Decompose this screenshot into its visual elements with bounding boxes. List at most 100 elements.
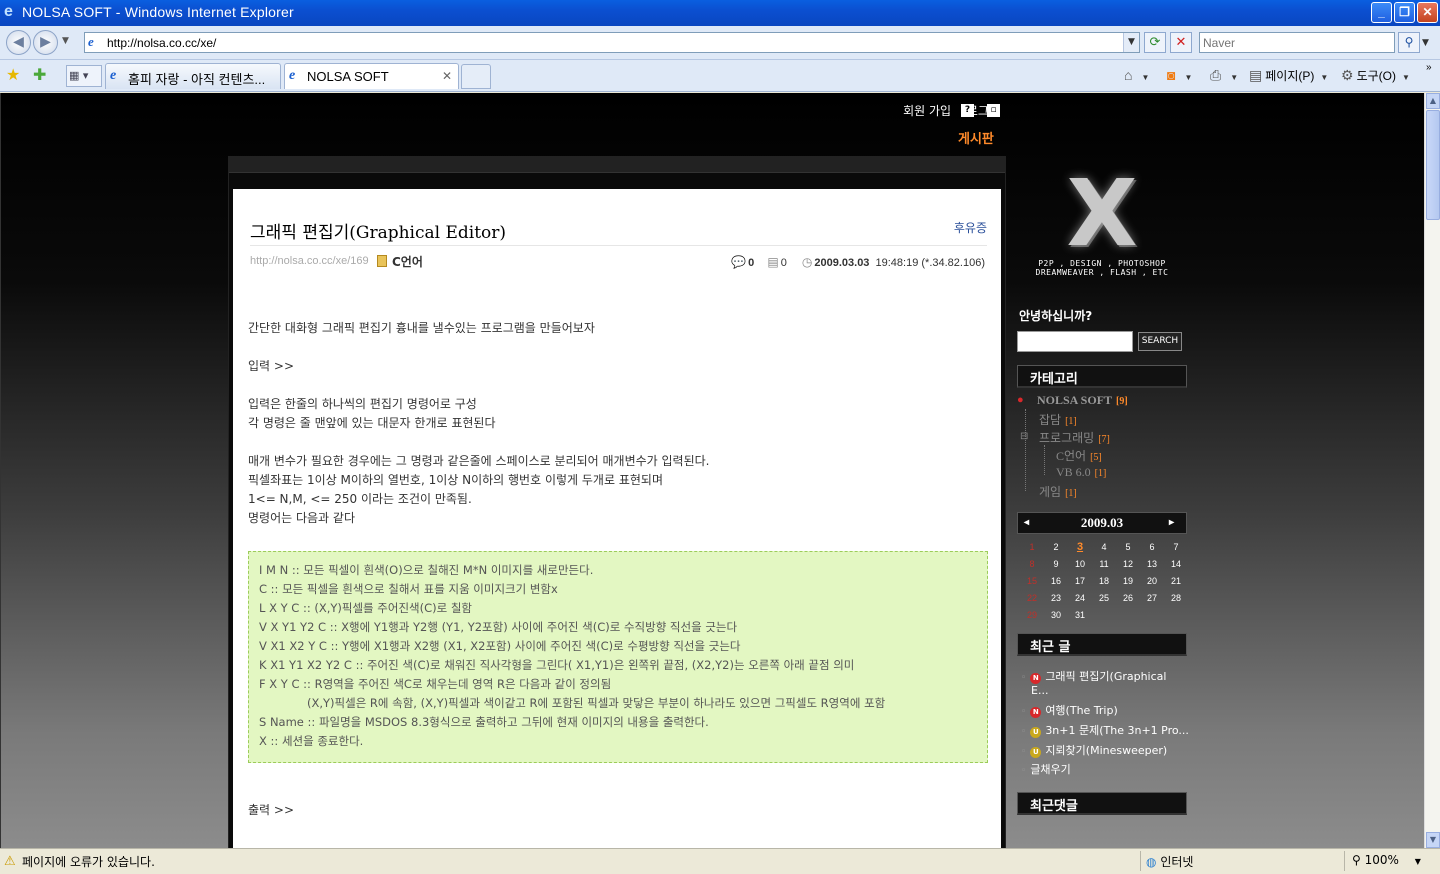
back-button[interactable]: ◀	[6, 30, 31, 55]
calendar-day-today[interactable]: 3	[1068, 541, 1092, 553]
close-window-button[interactable]: ✕	[1417, 2, 1438, 23]
calendar-day[interactable]: 12	[1116, 559, 1140, 569]
calendar-day[interactable]: 17	[1068, 576, 1092, 586]
calendar-day[interactable]: 15	[1020, 576, 1044, 586]
status-separator	[1344, 851, 1345, 871]
post-permalink[interactable]: http://nolsa.co.cc/xe/169	[250, 255, 369, 267]
feeds-button[interactable]: ◙ ▼	[1167, 67, 1192, 83]
calendar-day[interactable]: 27	[1140, 593, 1164, 603]
warning-icon[interactable]: ⚠	[4, 854, 16, 869]
print-button[interactable]: ⎙ ▼	[1210, 67, 1238, 84]
post-meta: 💬 0 ▤ 0 ◷ 2009.03.03 19:48:19 (*.34.82.106)	[731, 255, 985, 269]
post-category[interactable]: C언어	[392, 253, 423, 270]
calendar-day[interactable]: 2	[1044, 542, 1068, 552]
calendar-day[interactable]: 8	[1020, 559, 1044, 569]
recent-post-item[interactable]: ◦ N 여행(The Trip)	[1021, 702, 1118, 718]
new-tab-button[interactable]	[461, 64, 491, 89]
post-recommend-link[interactable]: 후유증	[954, 219, 987, 236]
calendar-day[interactable]: 20	[1140, 576, 1164, 586]
calendar-day[interactable]: 18	[1092, 576, 1116, 586]
tools-menu[interactable]: ⚙ 도구(O) ▼	[1341, 67, 1410, 84]
scroll-down-icon[interactable]: ▼	[1426, 832, 1440, 848]
restore-button[interactable]: ❐	[1394, 2, 1415, 23]
calendar-day[interactable]: 1	[1020, 542, 1044, 552]
calendar-day[interactable]: 22	[1020, 593, 1044, 603]
recent-post-item[interactable]: ◦ 글채우기	[1021, 761, 1071, 777]
calendar-day[interactable]: 10	[1068, 559, 1092, 569]
tab-0[interactable]: e 홈피 자랑 - 아직 컨텐츠...	[105, 63, 281, 89]
board-link[interactable]: 게시판	[958, 128, 994, 147]
calendar-day[interactable]: 31	[1068, 610, 1092, 620]
calendar-day[interactable]: 16	[1044, 576, 1068, 586]
quick-tabs-button[interactable]: ▦ ▾	[66, 65, 102, 87]
settings-icon[interactable]: ▫	[987, 104, 1000, 117]
home-button[interactable]: ⌂ ▼	[1124, 67, 1149, 83]
command-line: V X1 X2 Y C :: Y행에 X1행과 X2행 (X1, X2포함) 사…	[259, 639, 741, 653]
calendar-day[interactable]: 21	[1164, 576, 1188, 586]
calendar-day[interactable]: 6	[1140, 542, 1164, 552]
calendar-day[interactable]: 19	[1116, 576, 1140, 586]
address-url[interactable]: http://nolsa.co.cc/xe/	[107, 36, 216, 50]
calendar-day[interactable]: 24	[1068, 593, 1092, 603]
calendar-month: 2009.03	[1080, 515, 1124, 530]
scroll-thumb[interactable]	[1426, 110, 1440, 220]
site-logo[interactable]: X	[1061, 168, 1143, 260]
command-list-box: I M N :: 모든 픽셀이 흰색(O)으로 칠해진 M*N 이미지를 새로만…	[248, 551, 988, 763]
minimize-button[interactable]: _	[1371, 2, 1392, 23]
recent-post-item[interactable]: ◦ U 3n+1 문제(The 3n+1 Pro...	[1021, 722, 1189, 738]
category-item-vb[interactable]: VB 6.0 [1]	[1056, 465, 1106, 480]
category-item-nolsa-soft[interactable]: NOLSA SOFT [9]	[1037, 393, 1128, 408]
refresh-button[interactable]: ⟳	[1144, 32, 1166, 53]
calendar-next-icon[interactable]: ▸	[1169, 513, 1174, 533]
site-search-button[interactable]: SEARCH	[1138, 332, 1182, 351]
help-icon[interactable]: ?	[961, 104, 974, 117]
history-dropdown-icon[interactable]: ▼	[62, 36, 69, 46]
search-field[interactable]	[1199, 32, 1395, 53]
zoom-level[interactable]: ⚲ 100% ▼	[1352, 853, 1421, 867]
recent-post-item[interactable]: ◦ U 지뢰찾기(Minesweeper)	[1021, 742, 1167, 758]
calendar-day[interactable]: 11	[1092, 559, 1116, 569]
scroll-up-icon[interactable]: ▲	[1426, 93, 1440, 109]
calendar-day[interactable]: 29	[1020, 610, 1044, 620]
add-favorite-icon[interactable]: ✚	[33, 65, 46, 84]
calendar-day[interactable]: 14	[1164, 559, 1188, 569]
search-icon[interactable]: ⚲	[1398, 32, 1420, 53]
command-line: X :: 세션을 종료한다.	[259, 734, 364, 748]
calendar-day[interactable]: 5	[1116, 542, 1140, 552]
search-input[interactable]	[1200, 33, 1390, 52]
calendar-day[interactable]: 30	[1044, 610, 1068, 620]
post-title[interactable]: 그래픽 편집기(Graphical Editor)	[250, 218, 506, 243]
category-item-c[interactable]: C언어 [5]	[1056, 447, 1102, 464]
calendar-day[interactable]: 23	[1044, 593, 1068, 603]
site-search-input[interactable]	[1017, 331, 1133, 352]
calendar-day[interactable]: 9	[1044, 559, 1068, 569]
calendar-day[interactable]: 4	[1092, 542, 1116, 552]
favorites-star-icon[interactable]: ★	[6, 65, 20, 84]
recent-post-item[interactable]: ◦ N 그래픽 편집기(Graphical	[1021, 668, 1166, 684]
zoom-dropdown-icon[interactable]: ▼	[1415, 857, 1421, 866]
calendar-day[interactable]: 7	[1164, 542, 1188, 552]
tree-collapse-icon[interactable]: ⊟	[1020, 431, 1028, 442]
category-item-programming[interactable]: 프로그래밍 [7]	[1039, 429, 1110, 446]
category-item-chat[interactable]: 잡담 [1]	[1039, 411, 1077, 428]
stop-button[interactable]: ✕	[1170, 32, 1192, 53]
calendar-day[interactable]: 25	[1092, 593, 1116, 603]
toolbar-overflow-icon[interactable]: »	[1426, 62, 1432, 73]
calendar-day[interactable]: 28	[1164, 593, 1188, 603]
calendar-day[interactable]: 26	[1116, 593, 1140, 603]
page-menu[interactable]: ▤ 페이지(P) ▼	[1249, 67, 1328, 84]
search-options-icon[interactable]: ▼	[1422, 38, 1429, 48]
vertical-scrollbar[interactable]: ▲ ▼	[1424, 93, 1440, 848]
address-field[interactable]: e http://nolsa.co.cc/xe/ ▼	[84, 32, 1140, 53]
calendar-prev-icon[interactable]: ◂	[1024, 513, 1029, 533]
calendar-header: ◂ 2009.03 ▸	[1017, 512, 1187, 534]
recent-post-continuation[interactable]: E...	[1031, 684, 1048, 697]
status-message[interactable]: 페이지에 오류가 있습니다.	[22, 853, 155, 870]
tab-close-icon[interactable]: ✕	[442, 69, 452, 83]
address-dropdown-icon[interactable]: ▼	[1123, 33, 1139, 52]
signup-link[interactable]: 회원 가입	[903, 104, 951, 118]
category-item-game[interactable]: 게임 [1]	[1039, 483, 1077, 500]
forward-button[interactable]: ▶	[33, 30, 58, 55]
tab-1[interactable]: e NOLSA SOFT ✕	[284, 63, 459, 89]
calendar-day[interactable]: 13	[1140, 559, 1164, 569]
